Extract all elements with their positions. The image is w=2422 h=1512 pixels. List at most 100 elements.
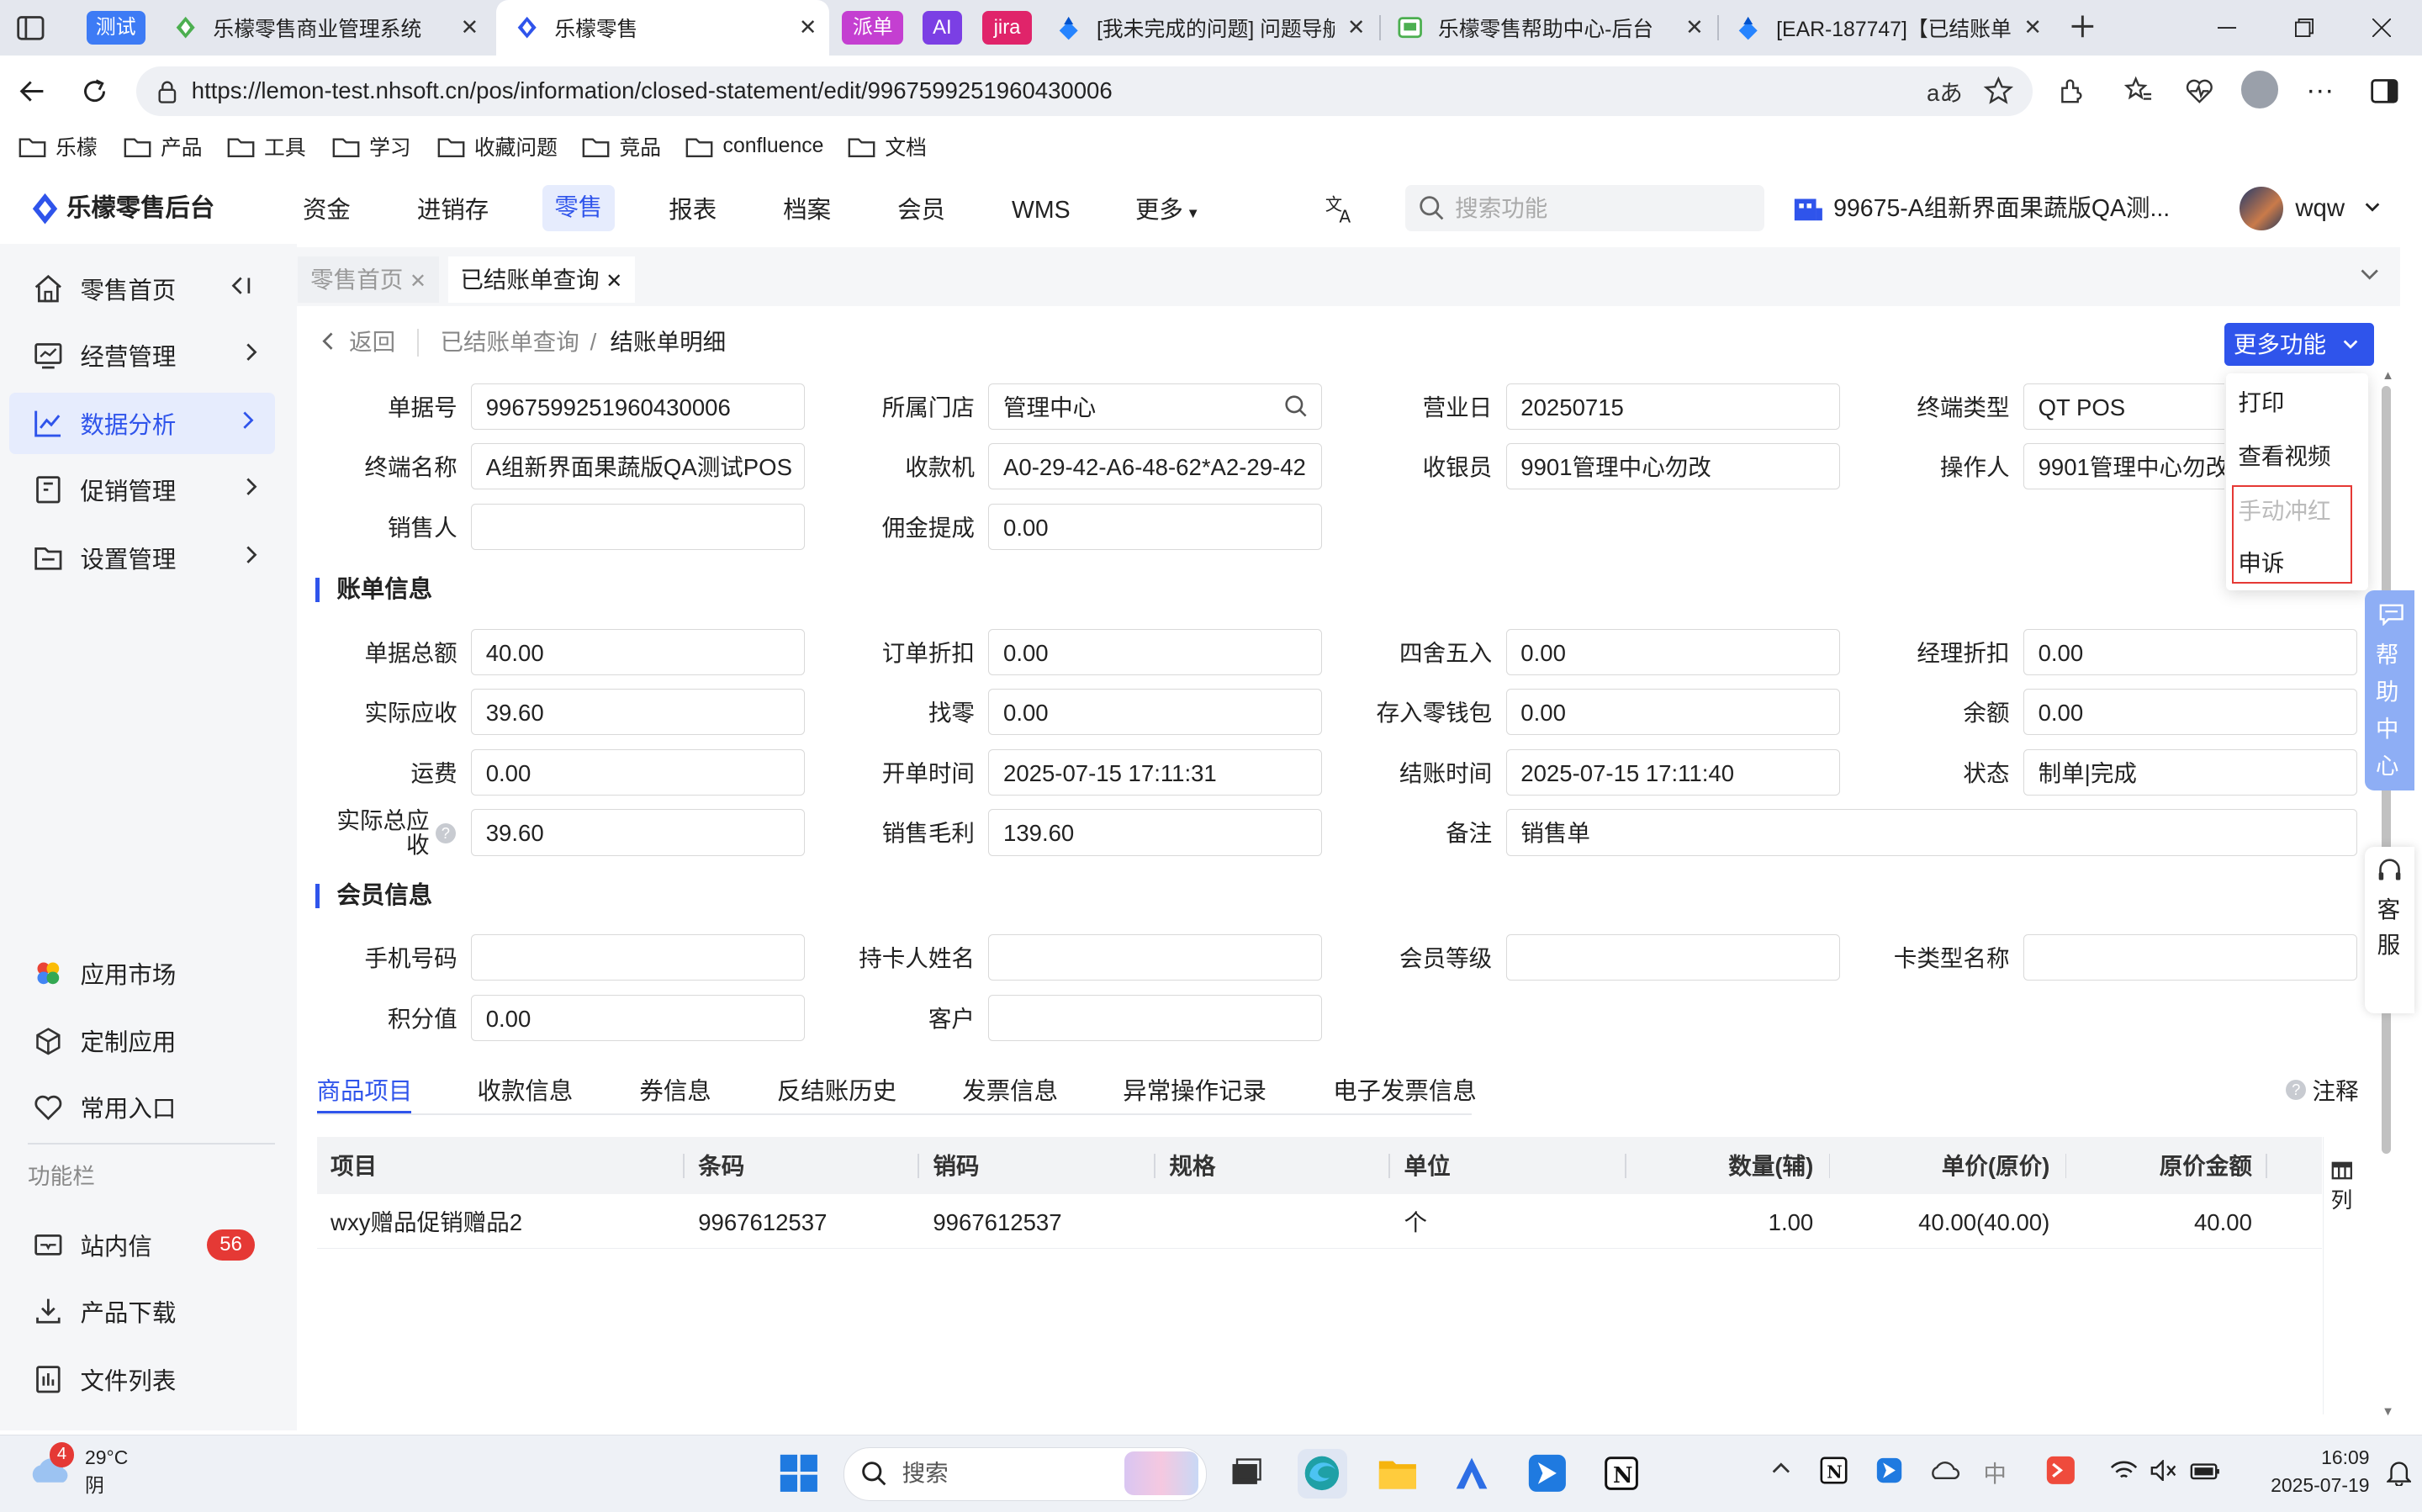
business-day-field[interactable]: 20250715 <box>1505 383 1840 430</box>
tab-e-invoice[interactable]: 电子发票信息 <box>1333 1075 1477 1108</box>
tab-invoice[interactable]: 发票信息 <box>962 1075 1058 1108</box>
member-level-field[interactable] <box>1505 934 1840 981</box>
lock-icon[interactable] <box>148 72 185 109</box>
salesperson-field[interactable] <box>471 503 805 550</box>
tray-expand-icon[interactable] <box>1770 1458 1792 1480</box>
balance-field[interactable]: 0.00 <box>2023 689 2357 736</box>
cashier-field[interactable]: 9901管理中心勿改 <box>1505 443 1840 490</box>
tab-group-test[interactable]: 测试 <box>86 10 145 45</box>
nav-fund[interactable]: 资金 <box>303 192 351 229</box>
task-view-icon[interactable] <box>1222 1449 1272 1499</box>
receivable-field[interactable]: 39.60 <box>471 689 805 736</box>
terminal-name-field[interactable]: A组新界面果蔬版QA测试POS <box>471 443 805 490</box>
tab-group-ai[interactable]: AI <box>922 10 963 45</box>
menu-item-view-video[interactable]: 查看视频 <box>2238 441 2330 473</box>
store-field[interactable]: 管理中心 <box>988 383 1323 430</box>
operator-field[interactable]: 9901管理中心勿改 <box>2023 443 2224 490</box>
browser-tab[interactable]: 乐檬零售帮助中心-后台 ✕ <box>1379 0 1716 56</box>
page-tab-retail-home[interactable]: 零售首页 ✕ <box>298 256 439 303</box>
breadcrumb-parent[interactable]: 已结账单查询 <box>440 327 579 358</box>
chevron-down-icon[interactable] <box>2363 198 2382 216</box>
close-icon[interactable]: ✕ <box>2011 15 2054 40</box>
onedrive-icon[interactable] <box>1929 1458 1960 1483</box>
nav-report[interactable]: 报表 <box>669 192 717 229</box>
remark-field[interactable]: 销售单 <box>1505 809 2357 856</box>
search-icon[interactable] <box>1283 394 1308 418</box>
menu-item-print[interactable]: 打印 <box>2238 388 2284 419</box>
nav-member[interactable]: 会员 <box>897 192 945 229</box>
extensions-icon[interactable] <box>2053 72 2090 109</box>
browser-tab-active[interactable]: 乐檬零售 ✕ <box>495 0 830 56</box>
wps-icon[interactable] <box>2045 1455 2076 1486</box>
browser-tab[interactable]: 乐檬零售商业管理系统 ✕ <box>155 0 491 56</box>
status-field[interactable]: 制单|完成 <box>2023 748 2357 796</box>
column-settings-label[interactable]: 列 <box>2331 1187 2353 1215</box>
bookmark-folder[interactable]: 产品 <box>124 130 203 163</box>
notification-bell-icon[interactable] <box>2386 1458 2412 1486</box>
notion-tray-icon[interactable]: N <box>1820 1456 1848 1484</box>
file-explorer-icon[interactable] <box>1373 1449 1423 1499</box>
window-close-icon[interactable] <box>2343 0 2420 56</box>
feishu-icon[interactable] <box>1523 1449 1573 1499</box>
collapse-sidebar-icon[interactable] <box>229 273 253 298</box>
read-aloud-icon[interactable]: aあ <box>1926 72 1963 109</box>
rounding-field[interactable]: 0.00 <box>1505 628 1840 675</box>
reload-icon[interactable] <box>76 72 113 109</box>
order-discount-field[interactable]: 0.00 <box>988 628 1323 675</box>
browser-tab[interactable]: [我未完成的问题] 问题导航 ✕ <box>1038 0 1378 56</box>
back-link[interactable]: 返回 <box>349 327 395 358</box>
ime-icon[interactable]: 中 <box>1983 1455 2007 1488</box>
tab-payment[interactable]: 收款信息 <box>478 1075 574 1108</box>
cash-register-field[interactable]: A0-29-42-A6-48-62*A2-29-42 <box>988 443 1323 490</box>
sidebar-toggle-icon[interactable] <box>15 13 46 44</box>
user-name[interactable]: wqw <box>2295 192 2345 225</box>
favorites-icon[interactable] <box>2121 72 2158 109</box>
back-arrow-icon[interactable] <box>318 329 336 353</box>
notion-icon[interactable]: N <box>1597 1449 1647 1499</box>
back-icon[interactable] <box>14 72 51 109</box>
new-tab-icon[interactable] <box>2067 11 2098 42</box>
bookmark-folder[interactable]: 收藏问题 <box>437 130 558 163</box>
terminal-type-field[interactable]: QT POS <box>2023 383 2224 430</box>
card-type-field[interactable] <box>2023 934 2357 981</box>
close-time-field[interactable]: 2025-07-15 17:11:40 <box>1505 748 1840 796</box>
app-icon-a[interactable] <box>1447 1449 1497 1499</box>
bookmark-folder[interactable]: 学习 <box>332 130 411 163</box>
page-tab-closed-statement[interactable]: 已结账单查询 ✕ <box>447 256 635 303</box>
feishu-tray-icon[interactable] <box>1875 1456 1903 1484</box>
sidebar-item-download[interactable]: 产品下载 <box>0 1281 278 1342</box>
scroll-up-icon[interactable]: ▲ <box>2382 369 2394 383</box>
bookmark-folder[interactable]: 乐檬 <box>19 130 98 163</box>
profile-avatar[interactable] <box>2241 71 2279 108</box>
sidebar-item-files[interactable]: 文件列表 <box>0 1348 278 1409</box>
sidebar-item-favorites[interactable]: 常用入口 <box>0 1076 278 1138</box>
tab-goods[interactable]: 商品项目 <box>317 1075 413 1108</box>
minimize-icon[interactable] <box>2189 0 2266 56</box>
translate-icon[interactable]: 文A <box>1324 192 1357 225</box>
bookmark-folder[interactable]: confluence <box>685 130 823 163</box>
more-menu-icon[interactable]: ··· <box>2302 72 2339 109</box>
question-icon[interactable]: ? <box>435 822 456 843</box>
scroll-down-icon[interactable]: ▼ <box>2382 1405 2394 1419</box>
close-icon[interactable]: ✕ <box>448 15 491 40</box>
store-selector[interactable]: 99675-A组新界面果蔬版QA测... <box>1833 192 2170 225</box>
open-time-field[interactable]: 2025-07-15 17:11:31 <box>988 748 1323 796</box>
battery-icon[interactable] <box>2190 1460 2221 1482</box>
customer-field[interactable] <box>988 994 1323 1041</box>
close-icon[interactable]: ✕ <box>1673 15 1716 40</box>
sidebar-item-custom-app[interactable]: 定制应用 <box>0 1010 278 1071</box>
cardholder-field[interactable] <box>988 934 1323 981</box>
nav-archive[interactable]: 档案 <box>783 192 831 229</box>
close-icon[interactable]: ✕ <box>786 15 829 40</box>
columns-icon[interactable] <box>2331 1161 2353 1180</box>
health-icon[interactable] <box>2181 72 2218 109</box>
sidebar-item-business[interactable]: 经营管理 <box>0 325 278 386</box>
sidebar-item-promotion[interactable]: 促销管理 <box>0 458 278 520</box>
sidebar-item-data-analysis[interactable]: 数据分析 <box>9 392 275 454</box>
bookmark-folder[interactable]: 文档 <box>848 130 927 163</box>
wallet-field[interactable]: 0.00 <box>1505 689 1840 736</box>
nav-inventory[interactable]: 进销存 <box>417 192 489 229</box>
tab-group-paidan[interactable]: 派单 <box>842 10 904 45</box>
bookmark-folder[interactable]: 工具 <box>227 130 306 163</box>
volume-muted-icon[interactable] <box>2150 1459 2178 1482</box>
